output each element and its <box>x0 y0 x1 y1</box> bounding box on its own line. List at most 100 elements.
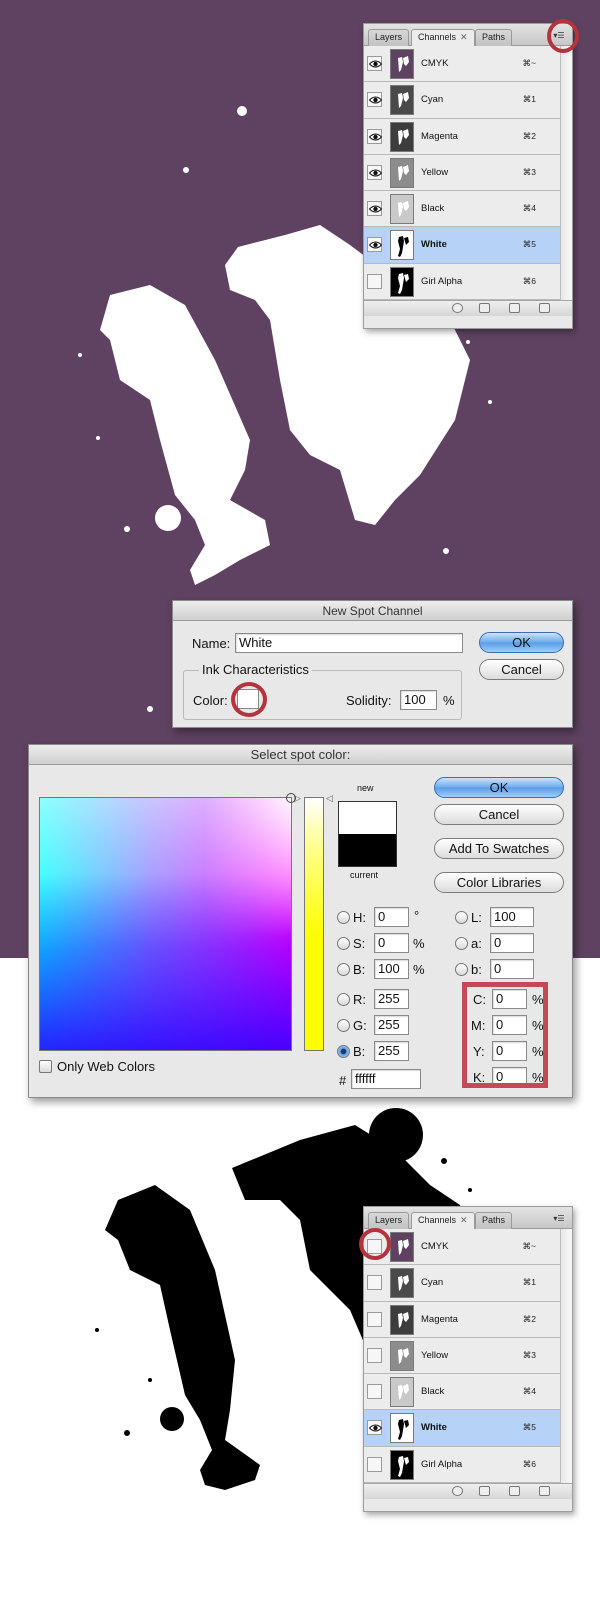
picker-ok-button[interactable]: OK <box>434 777 564 798</box>
channel-row-girl-alpha[interactable]: Girl Alpha ⌘6 <box>364 263 572 301</box>
channel-row-black[interactable]: Black ⌘4 <box>364 1374 572 1411</box>
add-to-swatches-button[interactable]: Add To Swatches <box>434 838 564 859</box>
tab-paths[interactable]: Paths <box>475 1212 513 1229</box>
tab-channels[interactable]: Channels ✕ <box>411 1212 475 1230</box>
close-tab-icon[interactable]: ✕ <box>460 1215 468 1225</box>
channel-row-yellow[interactable]: Yellow ⌘3 <box>364 1337 572 1375</box>
channel-shortcut: ⌘6 <box>522 1458 536 1469</box>
only-web-colors-checkbox[interactable] <box>39 1060 52 1073</box>
panel-scrollbar[interactable] <box>560 1229 572 1483</box>
trash-icon[interactable] <box>539 303 550 314</box>
channel-shortcut: ⌘4 <box>522 1386 536 1397</box>
radio-g[interactable] <box>337 1019 350 1032</box>
radio-b-hsb[interactable] <box>337 963 350 976</box>
radio-s[interactable] <box>337 937 350 950</box>
name-field[interactable]: White <box>235 633 463 653</box>
channel-row-cmyk[interactable]: CMYK ⌘~ <box>364 46 572 83</box>
only-web-colors-label: Only Web Colors <box>57 1059 156 1074</box>
slider-right-arrow-icon[interactable]: ◁ <box>326 793 333 804</box>
panel-menu-icon[interactable]: ▾☰ <box>552 1214 566 1224</box>
visibility-eye-icon[interactable] <box>367 92 382 108</box>
visibility-eye-icon[interactable] <box>367 1347 382 1363</box>
channel-thumbnail <box>390 194 414 225</box>
channel-row-white[interactable]: White ⌘5 <box>364 227 572 264</box>
tab-layers[interactable]: Layers <box>368 1212 410 1229</box>
visibility-eye-icon[interactable] <box>367 201 382 217</box>
color-libraries-button[interactable]: Color Libraries <box>434 872 564 893</box>
channel-name: Black <box>421 203 445 215</box>
radio-b-rgb[interactable] <box>337 1045 350 1058</box>
channel-row-magenta[interactable]: Magenta ⌘2 <box>364 118 572 155</box>
channel-name: CMYK <box>421 58 449 69</box>
tab-channels[interactable]: Channels ✕ <box>411 29 475 47</box>
tab-layers[interactable]: Layers <box>368 29 410 46</box>
save-selection-icon[interactable] <box>479 1486 490 1497</box>
radio-h[interactable] <box>337 911 350 924</box>
new-channel-icon[interactable] <box>509 1486 520 1497</box>
panel-footer <box>364 300 572 317</box>
tab-paths[interactable]: Paths <box>475 29 513 46</box>
l-field[interactable]: 100 <box>490 907 534 927</box>
color-field[interactable] <box>39 793 296 1051</box>
visibility-eye-icon[interactable] <box>367 273 382 289</box>
channel-name: Cyan <box>421 94 444 106</box>
hex-field[interactable]: ffffff <box>351 1069 421 1089</box>
channel-row-cmyk[interactable]: CMYK ⌘~ <box>364 1229 572 1266</box>
h-field[interactable]: 0 <box>374 907 409 927</box>
visibility-eye-icon[interactable] <box>367 237 382 253</box>
highlight-circle-color <box>231 682 267 717</box>
channel-name: Magenta <box>421 1313 458 1325</box>
visibility-eye-icon[interactable] <box>367 56 382 71</box>
new-spot-channel-dialog: New Spot Channel Name: White OK Cancel I… <box>172 600 573 728</box>
slider-left-arrow-icon[interactable]: ▷ <box>294 793 301 804</box>
visibility-eye-icon[interactable] <box>367 128 382 144</box>
visibility-eye-icon[interactable] <box>367 1420 382 1436</box>
channel-row-yellow[interactable]: Yellow ⌘3 <box>364 154 572 192</box>
trash-icon[interactable] <box>539 1486 550 1497</box>
channel-row-cyan[interactable]: Cyan ⌘1 <box>364 1265 572 1302</box>
channel-row-black[interactable]: Black ⌘4 <box>364 191 572 228</box>
visibility-eye-icon[interactable] <box>367 1456 382 1472</box>
channel-row-white[interactable]: White ⌘5 <box>364 1410 572 1447</box>
ok-button[interactable]: OK <box>479 632 564 653</box>
visibility-eye-icon[interactable] <box>367 1311 382 1327</box>
visibility-eye-icon[interactable] <box>367 1384 382 1400</box>
load-selection-icon[interactable] <box>452 303 463 314</box>
s-unit: % <box>413 936 425 951</box>
b-rgb-field[interactable]: 255 <box>374 1041 409 1061</box>
radio-b-lab[interactable] <box>455 963 468 976</box>
channel-row-magenta[interactable]: Magenta ⌘2 <box>364 1301 572 1338</box>
s-field[interactable]: 0 <box>374 933 409 953</box>
tab-channels-label: Channels <box>418 32 457 42</box>
channel-row-girl-alpha[interactable]: Girl Alpha ⌘6 <box>364 1446 572 1484</box>
radio-l[interactable] <box>455 911 468 924</box>
panel-scrollbar[interactable] <box>560 46 572 300</box>
picker-cancel-button[interactable]: Cancel <box>434 804 564 825</box>
channel-name: White <box>421 239 447 251</box>
current-color-swatch[interactable] <box>338 834 397 867</box>
solidity-field[interactable]: 100 <box>400 690 437 710</box>
b-hsb-field[interactable]: 100 <box>374 959 409 979</box>
g-field[interactable]: 255 <box>374 1015 409 1035</box>
radio-a[interactable] <box>455 937 468 950</box>
tab-channels-label: Channels <box>418 1215 457 1225</box>
close-tab-icon[interactable]: ✕ <box>460 32 468 42</box>
white-splatter-dot <box>155 505 181 531</box>
channel-row-cyan[interactable]: Cyan ⌘1 <box>364 82 572 119</box>
a-field[interactable]: 0 <box>490 933 534 953</box>
panel-tab-bar: Layers Channels ✕ Paths ▾☰ <box>364 24 572 47</box>
s-label: S: <box>353 936 366 951</box>
radio-r[interactable] <box>337 993 350 1006</box>
load-selection-icon[interactable] <box>452 1486 463 1497</box>
visibility-eye-icon[interactable] <box>367 1275 382 1291</box>
channel-name: CMYK <box>421 1241 449 1252</box>
save-selection-icon[interactable] <box>479 303 490 314</box>
hue-slider[interactable] <box>304 797 324 1051</box>
channel-thumbnail <box>390 1268 414 1299</box>
b-lab-field[interactable]: 0 <box>490 959 534 979</box>
channel-name: Yellow <box>421 166 449 178</box>
new-channel-icon[interactable] <box>509 303 520 314</box>
r-field[interactable]: 255 <box>374 989 409 1009</box>
visibility-eye-icon[interactable] <box>367 164 382 180</box>
cancel-button[interactable]: Cancel <box>479 659 564 680</box>
